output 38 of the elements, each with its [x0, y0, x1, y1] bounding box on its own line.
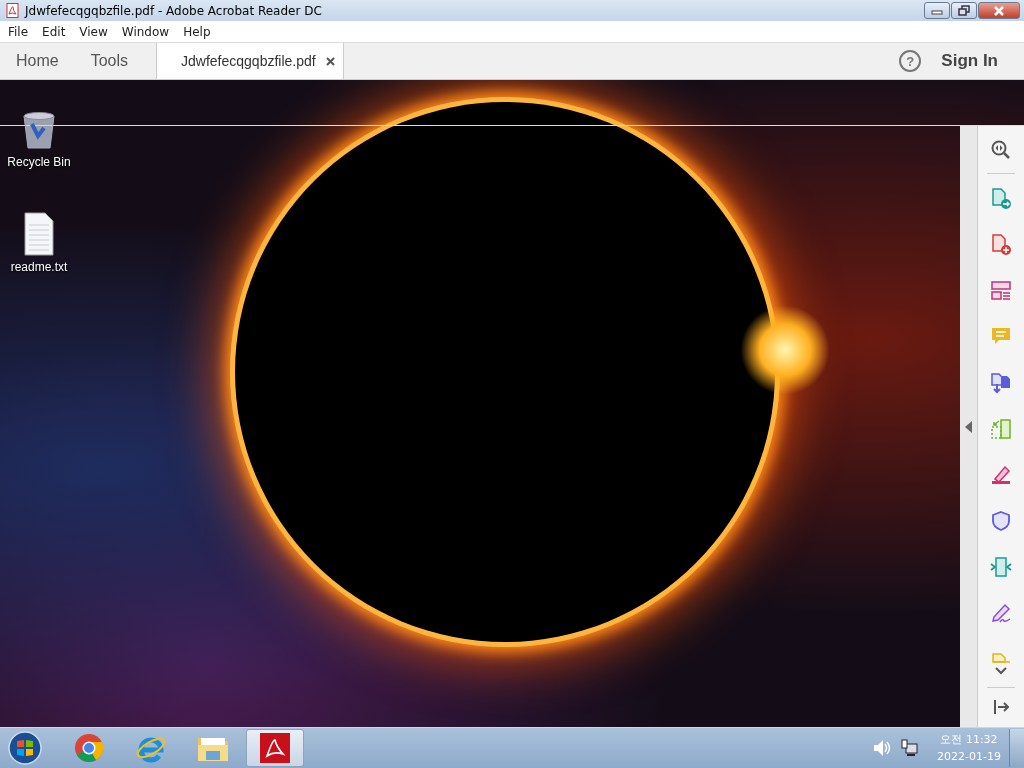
tab[interactable]: Tools: [74, 43, 145, 79]
menu-item[interactable]: Help: [176, 24, 218, 39]
desktop-icon-label[interactable]: Recycle Bin: [7, 155, 71, 169]
compress-icon[interactable]: [990, 556, 1012, 578]
app-icon: [6, 3, 19, 18]
signature-icon[interactable]: [990, 602, 1012, 624]
tab[interactable]: Jdwfefecqgqbzfile.pdf: [156, 43, 344, 79]
minimize-button[interactable]: [924, 2, 950, 19]
close-tab-icon[interactable]: [325, 56, 335, 66]
desktop-icon-label[interactable]: readme.txt: [10, 260, 68, 274]
collapse-arrow-icon[interactable]: [965, 420, 972, 433]
layout-icon[interactable]: [990, 280, 1012, 302]
network-icon[interactable]: [901, 739, 920, 757]
start-button[interactable]: [8, 731, 42, 765]
menu-item[interactable]: Edit: [35, 24, 73, 39]
shield-icon[interactable]: [990, 510, 1012, 532]
document-plus-icon[interactable]: [990, 234, 1012, 256]
document-arrow-icon[interactable]: [990, 188, 1012, 210]
restore-button[interactable]: [951, 2, 977, 19]
sign-in-button[interactable]: Sign In: [941, 51, 998, 71]
menu-item[interactable]: View: [72, 24, 115, 39]
chevron-down-icon[interactable]: [995, 667, 1007, 675]
menu-item[interactable]: File: [1, 24, 36, 39]
zoom-icon[interactable]: [990, 139, 1012, 161]
close-icon: [993, 5, 1005, 16]
pen-icon[interactable]: [990, 464, 1012, 486]
show-desktop-button[interactable]: [1009, 729, 1024, 767]
window-title: Jdwfefecqgqbzfile.pdf - Adobe Acrobat Reader DC: [25, 3, 323, 18]
menu-item[interactable]: Window: [114, 24, 177, 39]
chrome-icon: [74, 733, 104, 763]
exit-arrow-icon[interactable]: [993, 699, 1009, 715]
documents-icon[interactable]: [990, 372, 1012, 394]
restore-icon: [958, 5, 970, 16]
tab[interactable]: Home: [0, 43, 75, 79]
close-button[interactable]: [978, 2, 1020, 19]
taskbar-button[interactable]: [246, 729, 304, 767]
help-button[interactable]: ?: [899, 50, 922, 72]
pdf-app-icon: [260, 733, 290, 763]
